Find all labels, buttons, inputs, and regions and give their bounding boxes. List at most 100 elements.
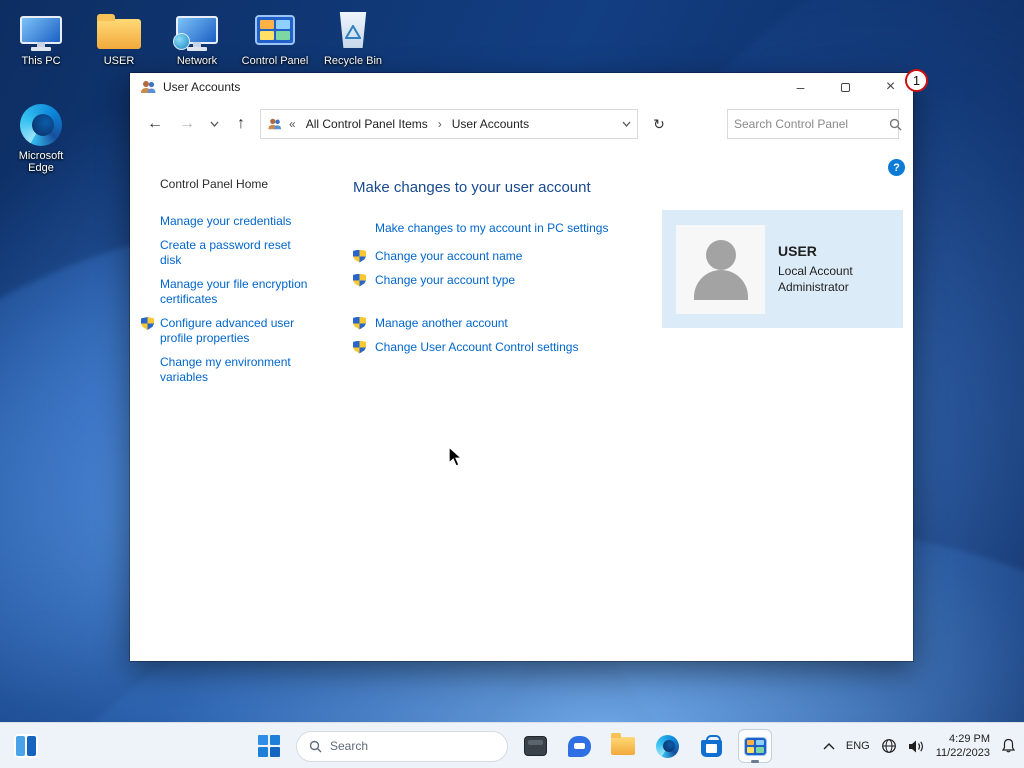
chevron-down-icon (210, 121, 219, 127)
breadcrumb-overflow[interactable]: « (287, 117, 298, 131)
taskbar-search[interactable]: Search (296, 731, 508, 762)
recent-pages-dropdown[interactable] (206, 111, 222, 137)
breadcrumb-user-accounts[interactable]: User Accounts (449, 115, 532, 133)
task-row: Change User Account Control settings (353, 340, 913, 354)
desktop: This PC USER Network Control Panel Recyc (0, 0, 1024, 768)
taskbar-search-label: Search (330, 739, 368, 753)
desktop-icon-label: This PC (21, 55, 60, 67)
sidebar-item-advanced-user-profile[interactable]: Configure advanced user profile properti… (160, 316, 312, 346)
link-change-account-name[interactable]: Change your account name (375, 249, 522, 263)
window-body: Control Panel Home Manage your credentia… (130, 147, 913, 661)
annotation-marker-1: 1 (905, 69, 928, 92)
language-indicator[interactable]: ENG (846, 740, 870, 752)
page-title: Make changes to your user account (353, 179, 913, 196)
network-globe-icon[interactable] (881, 738, 897, 754)
taskbar-app-control-panel[interactable] (738, 729, 772, 763)
user-account-tile: USER Local Account Administrator (662, 210, 903, 328)
help-button[interactable]: ? (888, 159, 905, 176)
desktop-icon-label: Network (177, 55, 217, 67)
user-role: Administrator (778, 279, 853, 295)
clock-time: 4:29 PM (936, 732, 990, 746)
taskbar-app-file-explorer[interactable] (606, 729, 640, 763)
app-window-icon (524, 736, 547, 756)
search-input[interactable] (734, 117, 889, 131)
taskbar-app-edge[interactable] (650, 729, 684, 763)
link-pc-settings[interactable]: Make changes to my account in PC setting… (375, 221, 608, 235)
user-accounts-window-icon (140, 79, 156, 95)
desktop-icon-recycle-bin[interactable]: Recycle Bin (314, 8, 392, 67)
taskbar-app-window[interactable] (518, 729, 552, 763)
desktop-icon-label: Recycle Bin (324, 55, 382, 67)
back-button[interactable]: ← (142, 111, 168, 137)
volume-icon[interactable] (908, 739, 925, 754)
file-explorer-icon (611, 737, 635, 755)
edge-icon (656, 735, 679, 758)
this-pc-icon (17, 8, 65, 52)
control-panel-search[interactable] (727, 109, 899, 139)
link-change-uac-settings[interactable]: Change User Account Control settings (375, 340, 578, 354)
widgets-icon[interactable] (14, 734, 38, 758)
edge-icon (17, 103, 65, 147)
breadcrumb-page-icon (267, 117, 282, 131)
user-avatar (676, 225, 765, 314)
taskbar-app-store[interactable] (694, 729, 728, 763)
notifications-bell-icon[interactable] (1001, 738, 1016, 754)
system-tray: ENG 4:29 PM 11/22/2023 (823, 723, 1016, 768)
maximize-button[interactable] (823, 73, 868, 101)
store-icon (701, 740, 722, 757)
sidebar-item-label: Configure advanced user profile properti… (160, 316, 294, 345)
user-account-type: Local Account (778, 263, 853, 279)
maximize-icon (841, 83, 850, 92)
address-bar[interactable]: « All Control Panel Items › User Account… (260, 109, 638, 139)
sidebar-item-control-panel-home[interactable]: Control Panel Home (160, 177, 353, 191)
taskbar-app-chat[interactable] (562, 729, 596, 763)
up-button[interactable]: ↑ (228, 111, 254, 137)
tray-overflow-button[interactable] (823, 743, 835, 750)
sidebar-item-file-encryption-certificates[interactable]: Manage your file encryption certificates (160, 277, 312, 307)
breadcrumb-separator-icon: › (436, 117, 444, 131)
user-name: USER (778, 243, 853, 259)
main-content: Make changes to your user account Make c… (353, 147, 913, 661)
link-change-account-type[interactable]: Change your account type (375, 273, 515, 287)
user-accounts-window: User Accounts – × ← → ↑ « All Control Pa… (130, 73, 913, 661)
sidebar-item-environment-variables[interactable]: Change my environment variables (160, 355, 312, 385)
uac-shield-icon (353, 317, 366, 330)
avatar-head (706, 240, 736, 270)
address-dropdown-icon[interactable] (622, 121, 631, 127)
taskbar-clock[interactable]: 4:29 PM 11/22/2023 (936, 732, 990, 760)
breadcrumb-all-control-panel-items[interactable]: All Control Panel Items (303, 115, 431, 133)
network-icon (173, 8, 221, 52)
window-title: User Accounts (163, 80, 240, 94)
desktop-icon-control-panel[interactable]: Control Panel (236, 8, 314, 67)
window-titlebar: User Accounts – × (130, 73, 913, 101)
windows-logo-icon (258, 735, 280, 757)
uac-shield-icon (353, 250, 366, 263)
navigation-bar: ← → ↑ « All Control Panel Items › User A… (130, 101, 913, 147)
search-icon (309, 740, 322, 753)
recycle-bin-icon (329, 8, 377, 52)
control-panel-icon (744, 737, 767, 756)
link-manage-another-account[interactable]: Manage another account (375, 316, 508, 330)
taskbar-left (14, 723, 38, 768)
desktop-icon-this-pc[interactable]: This PC (2, 8, 80, 67)
avatar-torso (694, 270, 748, 300)
desktop-icon-label: Control Panel (242, 55, 309, 67)
forward-button[interactable]: → (174, 111, 200, 137)
start-button[interactable] (252, 729, 286, 763)
desktop-icon-user-folder[interactable]: USER (80, 8, 158, 67)
desktop-icons-row2: Microsoft Edge (2, 103, 80, 174)
control-panel-icon (251, 8, 299, 52)
desktop-icons: This PC USER Network Control Panel Recyc (2, 8, 392, 67)
desktop-icon-microsoft-edge[interactable]: Microsoft Edge (2, 103, 80, 174)
folder-icon (95, 8, 143, 52)
search-icon (889, 118, 902, 131)
minimize-button[interactable]: – (778, 73, 823, 101)
sidebar-item-manage-credentials[interactable]: Manage your credentials (160, 214, 312, 229)
sidebar-item-password-reset-disk[interactable]: Create a password reset disk (160, 238, 312, 268)
caption-buttons: – × (778, 73, 913, 101)
desktop-icon-network[interactable]: Network (158, 8, 236, 67)
uac-shield-icon (353, 274, 366, 287)
clock-date: 11/22/2023 (936, 746, 990, 760)
refresh-button[interactable]: ↻ (644, 109, 674, 139)
user-tile-text: USER Local Account Administrator (778, 243, 853, 295)
